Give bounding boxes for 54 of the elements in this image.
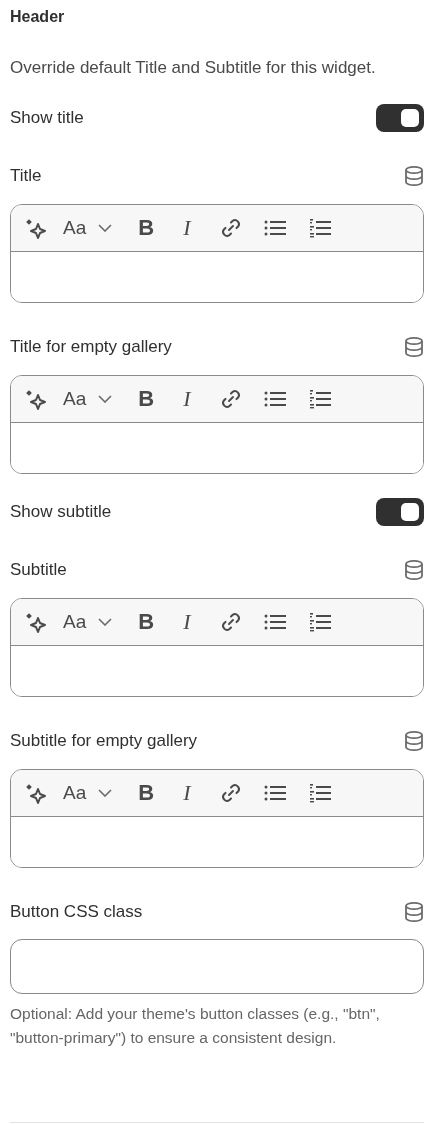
link-icon[interactable] [220, 217, 243, 239]
sparkle-icon[interactable] [25, 782, 47, 804]
field-label: Title [10, 165, 42, 188]
chevron-down-icon [98, 618, 113, 626]
bold-button[interactable]: B [138, 388, 155, 410]
sparkle-icon[interactable] [25, 388, 47, 410]
text-input[interactable] [10, 939, 424, 994]
chevron-down-icon [98, 789, 113, 797]
rich-text-editor[interactable]: Aa B I [10, 769, 424, 868]
bold-button[interactable]: B [138, 217, 155, 239]
link-icon[interactable] [220, 611, 243, 633]
font-style-button[interactable]: Aa [63, 778, 113, 808]
sparkle-icon[interactable] [25, 611, 47, 633]
italic-button[interactable]: I [183, 217, 191, 239]
section-description: Override default Title and Subtitle for this widget. [10, 57, 377, 79]
field-label: Title for empty gallery [10, 336, 172, 359]
toggle-switch[interactable] [376, 104, 424, 132]
database-icon[interactable] [404, 559, 424, 581]
numbered-list-icon[interactable] [309, 218, 332, 238]
numbered-list-icon[interactable] [309, 612, 332, 632]
font-style-button[interactable]: Aa [63, 213, 113, 243]
numbered-list-icon[interactable] [309, 783, 332, 803]
link-icon[interactable] [220, 782, 243, 804]
toggle-label: Show title [10, 107, 84, 130]
chevron-down-icon [98, 224, 113, 232]
chevron-down-icon [98, 395, 113, 403]
numbered-list-icon[interactable] [309, 389, 332, 409]
database-icon[interactable] [404, 730, 424, 752]
field-label: Subtitle [10, 559, 67, 582]
field-label: Button CSS class [10, 901, 143, 924]
database-icon[interactable] [404, 165, 424, 187]
database-icon[interactable] [404, 336, 424, 358]
link-icon[interactable] [220, 388, 243, 410]
bold-button[interactable]: B [138, 611, 155, 633]
bullet-list-icon[interactable] [264, 784, 287, 802]
font-style-button[interactable]: Aa [63, 384, 113, 414]
bullet-list-icon[interactable] [264, 390, 287, 408]
rich-text-editor[interactable]: Aa B I [10, 204, 424, 303]
bullet-list-icon[interactable] [264, 219, 287, 237]
italic-button[interactable]: I [183, 782, 191, 804]
help-text: Optional: Add your theme's button classes (e.g., "btn", "button-primary") to ensure a consistent design. [10, 1004, 381, 1048]
font-style-button[interactable]: Aa [63, 607, 113, 637]
toggle-label: Show subtitle [10, 501, 112, 524]
rich-text-editor[interactable]: Aa B I [10, 598, 424, 697]
database-icon[interactable] [404, 901, 424, 923]
bullet-list-icon[interactable] [264, 613, 287, 631]
italic-button[interactable]: I [183, 388, 191, 410]
toggle-switch[interactable] [376, 498, 424, 526]
italic-button[interactable]: I [183, 611, 191, 633]
rich-text-editor[interactable]: Aa B I [10, 375, 424, 474]
bold-button[interactable]: B [138, 782, 155, 804]
field-label: Subtitle for empty gallery [10, 730, 198, 753]
sparkle-icon[interactable] [25, 217, 47, 239]
section-heading: Header [10, 7, 66, 27]
